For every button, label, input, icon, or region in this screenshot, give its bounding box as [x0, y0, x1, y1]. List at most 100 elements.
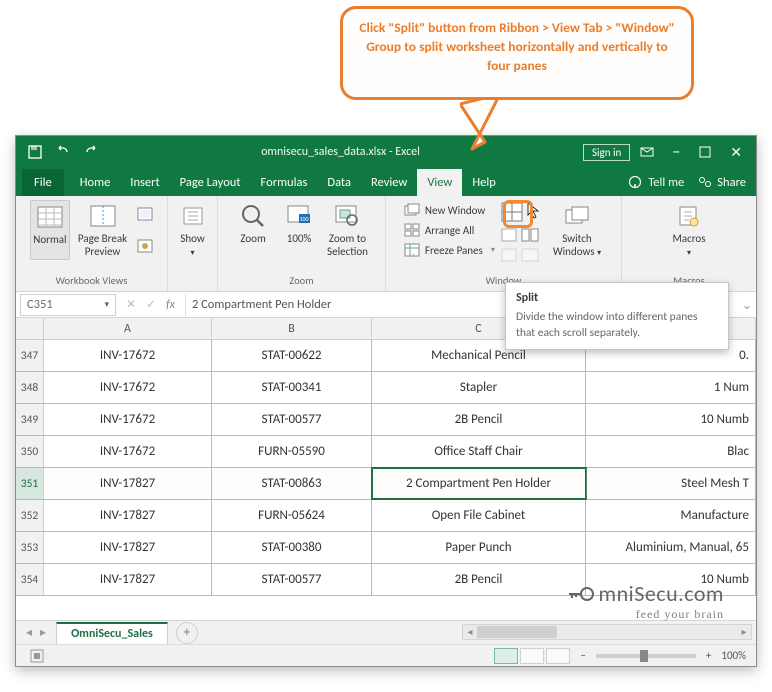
redo-icon[interactable]	[84, 145, 98, 159]
column-header-A[interactable]: A	[44, 318, 212, 339]
row-header[interactable]: 347	[16, 340, 44, 371]
cell[interactable]: STAT-00863	[212, 468, 372, 499]
cell[interactable]: FURN-05590	[212, 436, 372, 467]
add-sheet-button[interactable]: +	[176, 622, 198, 644]
row-header[interactable]: 354	[16, 564, 44, 595]
horizontal-scrollbar[interactable]: ◂ ▸	[462, 624, 752, 640]
cell[interactable]: INV-17827	[44, 564, 212, 595]
cell[interactable]: STAT-00577	[212, 564, 372, 595]
cell[interactable]: INV-17672	[44, 436, 212, 467]
tab-page-layout[interactable]: Page Layout	[170, 169, 251, 196]
freeze-panes-button[interactable]: *Freeze Panes▾	[404, 242, 495, 258]
cell[interactable]: Steel Mesh T	[586, 468, 756, 499]
view-side-icon[interactable]	[521, 228, 539, 242]
cell[interactable]: Manufacture	[586, 500, 756, 531]
tab-review[interactable]: Review	[361, 169, 417, 196]
switch-windows-button[interactable]: Switch Windows ▾	[551, 200, 603, 262]
name-box[interactable]: C351 ▾	[20, 294, 116, 316]
row-header[interactable]: 351	[16, 468, 44, 499]
zoom-slider[interactable]	[596, 654, 696, 658]
fx-icon[interactable]: fx	[166, 298, 175, 312]
zoom-out-icon[interactable]: −	[580, 649, 585, 662]
pagebreak-view-icon[interactable]	[546, 648, 570, 664]
zoom-100-button[interactable]: 100 100%	[279, 200, 319, 260]
show-button[interactable]: Show▾	[173, 200, 213, 260]
zoom-button[interactable]: Zoom	[233, 200, 273, 260]
cell[interactable]: 2B Pencil	[372, 404, 586, 435]
table-row[interactable]: 353INV-17827STAT-00380Paper PunchAlumini…	[16, 532, 756, 564]
tab-formulas[interactable]: Formulas	[251, 169, 318, 196]
split-button[interactable]	[501, 202, 523, 222]
row-header[interactable]: 353	[16, 532, 44, 563]
select-all-corner[interactable]	[16, 318, 44, 339]
table-row[interactable]: 350INV-17672FURN-05590Office Staff Chair…	[16, 436, 756, 468]
namebox-dropdown-icon[interactable]: ▾	[104, 299, 109, 310]
expand-formula-icon[interactable]: ⌄	[738, 297, 756, 313]
cell[interactable]: Blac	[586, 436, 756, 467]
minimize-icon[interactable]: −	[672, 143, 680, 162]
ribbon-options-icon[interactable]	[640, 145, 654, 159]
zoom-in-icon[interactable]: +	[706, 649, 711, 662]
close-icon[interactable]: ✕	[730, 144, 742, 161]
tab-home[interactable]: Home	[70, 169, 121, 196]
sync-scroll-icon[interactable]	[521, 248, 539, 262]
tab-data[interactable]: Data	[317, 169, 361, 196]
cell[interactable]: 10 Numb	[586, 404, 756, 435]
pagelayout-view-icon[interactable]	[520, 648, 544, 664]
save-icon[interactable]	[28, 145, 42, 159]
page-layout-icon[interactable]	[137, 207, 153, 221]
tab-file[interactable]: File	[22, 169, 64, 196]
row-header[interactable]: 350	[16, 436, 44, 467]
sheet-nav-next-icon[interactable]: ▸	[40, 625, 46, 640]
cell[interactable]: INV-17672	[44, 340, 212, 371]
share-button[interactable]: Share	[698, 175, 746, 190]
tab-view[interactable]: View	[417, 169, 462, 196]
zoom-level[interactable]: 100%	[721, 649, 746, 662]
cell[interactable]: 2 Compartment Pen Holder	[372, 468, 586, 499]
worksheet-grid[interactable]: ABCD 347INV-17672STAT-00622Mechanical Pe…	[16, 318, 756, 620]
maximize-icon[interactable]	[698, 145, 712, 159]
hide-icon[interactable]	[501, 228, 517, 242]
normal-view-icon[interactable]	[494, 648, 518, 664]
cell[interactable]: STAT-00341	[212, 372, 372, 403]
cell[interactable]: Stapler	[372, 372, 586, 403]
cell[interactable]: INV-17827	[44, 500, 212, 531]
macros-button[interactable]: Macros▾	[669, 200, 709, 260]
new-window-button[interactable]: New Window	[404, 202, 495, 218]
unhide-icon[interactable]	[501, 248, 517, 262]
custom-views-icon[interactable]	[137, 239, 153, 253]
cell[interactable]: Paper Punch	[372, 532, 586, 563]
cell[interactable]: INV-17672	[44, 372, 212, 403]
cell[interactable]: STAT-00380	[212, 532, 372, 563]
table-row[interactable]: 349INV-17672STAT-005772B Pencil10 Numb	[16, 404, 756, 436]
normal-view-button[interactable]: Normal	[30, 200, 70, 260]
record-macro-icon[interactable]	[30, 649, 44, 663]
cell[interactable]: 1 Num	[586, 372, 756, 403]
page-break-preview-button[interactable]: Page Break Preview	[76, 200, 129, 260]
cell[interactable]: INV-17827	[44, 532, 212, 563]
tab-insert[interactable]: Insert	[120, 169, 169, 196]
sheet-tab-active[interactable]: OmniSecu_Sales	[56, 622, 168, 644]
scroll-right-icon[interactable]: ▸	[737, 625, 751, 639]
undo-icon[interactable]	[56, 145, 70, 159]
tab-help[interactable]: Help	[462, 169, 505, 196]
sheet-nav-prev-icon[interactable]: ◂	[26, 625, 32, 640]
cell[interactable]: Aluminium, Manual, 65	[586, 532, 756, 563]
tell-me[interactable]: Tell me	[628, 175, 684, 190]
cell[interactable]: INV-17827	[44, 468, 212, 499]
scroll-thumb[interactable]	[477, 626, 557, 638]
cancel-formula-icon[interactable]: ✕	[126, 297, 136, 312]
scroll-left-icon[interactable]: ◂	[463, 625, 477, 639]
cell[interactable]: STAT-00622	[212, 340, 372, 371]
cell[interactable]: Open File Cabinet	[372, 500, 586, 531]
cell[interactable]: FURN-05624	[212, 500, 372, 531]
row-header[interactable]: 348	[16, 372, 44, 403]
arrange-all-button[interactable]: Arrange All	[404, 222, 495, 238]
row-header[interactable]: 352	[16, 500, 44, 531]
enter-formula-icon[interactable]: ✓	[146, 297, 156, 312]
signin-button[interactable]: Sign in	[583, 144, 630, 161]
column-header-B[interactable]: B	[212, 318, 372, 339]
cell[interactable]: INV-17672	[44, 404, 212, 435]
table-row[interactable]: 348INV-17672STAT-00341Stapler1 Num	[16, 372, 756, 404]
cell[interactable]: Office Staff Chair	[372, 436, 586, 467]
